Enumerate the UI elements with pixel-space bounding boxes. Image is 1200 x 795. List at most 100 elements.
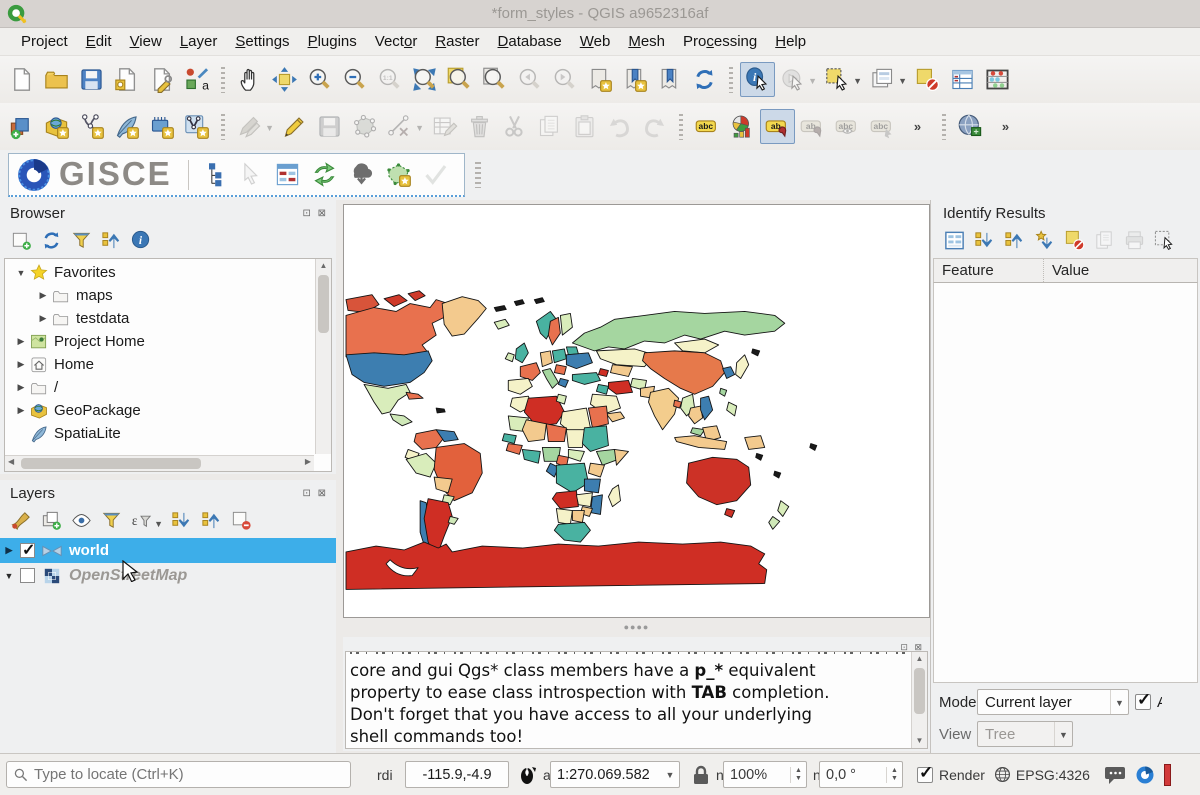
auto-open-form-checkbox[interactable] xyxy=(1135,694,1151,710)
browser-horizontal-scrollbar[interactable]: ◀ ▶ xyxy=(5,455,314,471)
remove-layer-button[interactable] xyxy=(226,505,256,535)
expander-icon[interactable]: ▶ xyxy=(35,313,51,324)
gisce-polygon-settings-button[interactable] xyxy=(381,157,416,192)
scroll-up-icon[interactable]: ▲ xyxy=(316,259,331,273)
add-selected-layers-button[interactable] xyxy=(6,225,36,255)
select-features-button[interactable]: ▼ xyxy=(820,62,855,97)
add-group-button[interactable] xyxy=(36,505,66,535)
layers-close-button[interactable]: ⊠ xyxy=(318,488,328,499)
new-spatialite-button[interactable] xyxy=(109,109,144,144)
identify-form-view-button[interactable] xyxy=(939,225,969,255)
layers-float-button[interactable]: ⊡ xyxy=(302,488,312,499)
console-vertical-scrollbar[interactable]: ▲ ▼ xyxy=(911,652,927,748)
zoom-full-button[interactable] xyxy=(407,62,442,97)
spin-up-icon[interactable]: ▲ xyxy=(795,767,802,775)
expander-icon[interactable]: ▶ xyxy=(13,359,29,370)
filter-browser-button[interactable] xyxy=(66,225,96,255)
expander-icon[interactable]: ▶ xyxy=(0,545,18,556)
browser-item-favorites[interactable]: ▼Favorites xyxy=(5,261,314,284)
gisce-form-button[interactable] xyxy=(270,157,305,192)
data-source-manager-button[interactable] xyxy=(4,109,39,144)
layer-visibility-checkbox[interactable] xyxy=(20,543,35,558)
zoom-in-button[interactable] xyxy=(302,62,337,97)
layer-item-openstreetmap[interactable]: ▼OpenStreetMap xyxy=(0,563,336,588)
gisce-download-button[interactable] xyxy=(344,157,379,192)
new-virtual-layer-button[interactable] xyxy=(179,109,214,144)
spin-down-icon[interactable]: ▼ xyxy=(891,775,898,783)
spin-up-icon[interactable]: ▲ xyxy=(891,767,898,775)
toggle-editing-button[interactable] xyxy=(277,109,312,144)
scroll-left-icon[interactable]: ◀ xyxy=(8,457,14,466)
scale-combo[interactable]: 1:270.069.582 ▼ xyxy=(550,761,680,788)
gisce-sync-button[interactable] xyxy=(307,157,342,192)
new-print-layout-button[interactable] xyxy=(109,62,144,97)
expander-icon[interactable]: ▶ xyxy=(13,382,29,393)
collapse-all-browser-button[interactable] xyxy=(96,225,126,255)
scroll-thumb[interactable] xyxy=(21,458,201,469)
zoom-to-layer-button[interactable] xyxy=(477,62,512,97)
expander-icon[interactable]: ▼ xyxy=(0,571,18,581)
scroll-up-icon[interactable]: ▲ xyxy=(912,652,927,666)
identify-features-button[interactable]: i xyxy=(740,62,775,97)
menu-vector[interactable]: Vector xyxy=(366,29,427,54)
splitter-handle[interactable]: ●●●● xyxy=(343,620,930,636)
save-project-button[interactable] xyxy=(74,62,109,97)
menu-edit[interactable]: Edit xyxy=(77,29,121,54)
dropdown-arrow-icon[interactable]: ▼ xyxy=(415,123,424,133)
pan-map-button[interactable] xyxy=(232,62,267,97)
menu-help[interactable]: Help xyxy=(766,29,815,54)
toolbar-drag-handle[interactable] xyxy=(475,162,481,188)
identify-results-body[interactable] xyxy=(933,283,1198,683)
gisce-tree-button[interactable] xyxy=(196,157,231,192)
dropdown-arrow-icon[interactable]: ▼ xyxy=(808,76,817,86)
refresh-browser-button[interactable] xyxy=(36,225,66,255)
map-canvas[interactable] xyxy=(343,204,930,618)
new-spatial-bookmark-button[interactable] xyxy=(582,62,617,97)
crs-status[interactable]: EPSG:4326 xyxy=(993,765,1090,784)
expander-icon[interactable]: ▼ xyxy=(13,268,29,278)
locate-input[interactable] xyxy=(34,766,350,783)
scroll-right-icon[interactable]: ▶ xyxy=(305,457,311,466)
locate-search-box[interactable] xyxy=(6,761,351,788)
clear-results-button[interactable] xyxy=(1059,225,1089,255)
scroll-thumb[interactable] xyxy=(318,275,329,333)
view-combo[interactable]: Tree ▼ xyxy=(977,721,1073,747)
render-checkbox[interactable] xyxy=(917,767,933,783)
browser-item-geopackage[interactable]: ▶GeoPackage xyxy=(5,399,314,422)
layout-manager-button[interactable] xyxy=(144,62,179,97)
collapse-all-layers-button[interactable] xyxy=(196,505,226,535)
mode-combo[interactable]: Current layer ▼ xyxy=(977,689,1129,715)
menu-layer[interactable]: Layer xyxy=(171,29,227,54)
value-column-header[interactable]: Value xyxy=(1044,262,1089,279)
open-attribute-table-button[interactable] xyxy=(945,62,980,97)
pin-labels-button[interactable]: ab xyxy=(760,109,795,144)
new-project-button[interactable] xyxy=(4,62,39,97)
layer-item-world[interactable]: ▶world xyxy=(0,538,336,563)
browser-close-button[interactable]: ⊠ xyxy=(318,208,328,219)
menu-processing[interactable]: Processing xyxy=(674,29,766,54)
new-mesh-button[interactable] xyxy=(144,109,179,144)
rotation-spinbox[interactable]: 0,0 ° ▲▼ xyxy=(819,761,903,788)
show-bookmark-manager-button[interactable] xyxy=(652,62,687,97)
dropdown-arrow-icon[interactable]: ▼ xyxy=(154,519,163,529)
menu-raster[interactable]: Raster xyxy=(426,29,488,54)
menu-plugins[interactable]: Plugins xyxy=(299,29,366,54)
expander-icon[interactable]: ▶ xyxy=(13,336,29,347)
expand-all-layers-button[interactable] xyxy=(166,505,196,535)
zoom-out-button[interactable] xyxy=(337,62,372,97)
dropdown-arrow-icon[interactable]: ▼ xyxy=(265,123,274,133)
menu-database[interactable]: Database xyxy=(489,29,571,54)
news-icon[interactable] xyxy=(1134,764,1156,786)
layer-visibility-checkbox[interactable] xyxy=(20,568,35,583)
expand-new-results-button[interactable] xyxy=(1029,225,1059,255)
pan-to-selection-button[interactable] xyxy=(267,62,302,97)
show-spatial-bookmarks-button[interactable] xyxy=(617,62,652,97)
browser-item-spatialite[interactable]: SpatiaLite xyxy=(5,422,314,445)
feature-column-header[interactable]: Feature xyxy=(934,259,1044,282)
extents-mouse-toggle-icon[interactable] xyxy=(517,764,539,786)
menu-web[interactable]: Web xyxy=(571,29,620,54)
messages-icon[interactable] xyxy=(1104,764,1126,786)
browser-item-project-home[interactable]: ▶Project Home xyxy=(5,330,314,353)
metasearch-button[interactable] xyxy=(953,109,988,144)
browser-properties-button[interactable]: i xyxy=(126,225,156,255)
